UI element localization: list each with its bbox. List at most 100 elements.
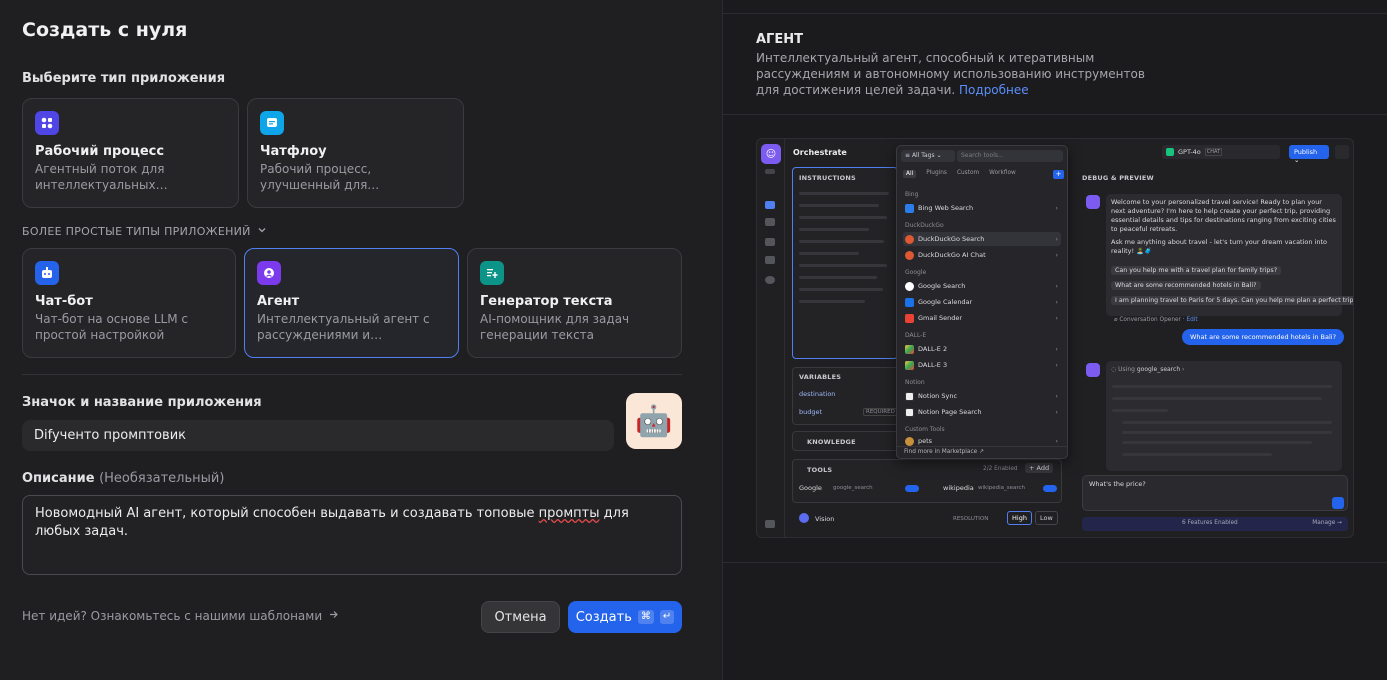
agent-preview-image: ☺ Orchestrate INSTRUCTIONS VARIABLES des… bbox=[756, 138, 1354, 538]
vision-icon bbox=[799, 513, 809, 523]
group-label: Google bbox=[905, 269, 927, 276]
description-misspelled-word: промпты bbox=[538, 506, 600, 521]
tool-row: Notion Page Search › bbox=[903, 405, 1061, 419]
placeholder-line bbox=[799, 276, 877, 279]
toggle-on bbox=[1043, 485, 1057, 492]
chevron-down-icon bbox=[257, 225, 267, 238]
tool-row: pets › bbox=[903, 436, 1061, 446]
group-label: DuckDuckGo bbox=[905, 222, 944, 229]
group-label: Custom Tools bbox=[905, 426, 945, 433]
swap-icon bbox=[765, 169, 775, 174]
vision-label: Vision bbox=[815, 515, 835, 523]
tool-row: DALL-E 3 › bbox=[903, 358, 1061, 372]
type-card-chatbot[interactable]: Чат-бот Чат-бот на основе LLM с простой … bbox=[22, 248, 236, 358]
instructions-label: INSTRUCTIONS bbox=[799, 174, 856, 182]
description-textarea[interactable]: Новомодный AI агент, который способен вы… bbox=[22, 495, 682, 575]
placeholder-line bbox=[799, 228, 869, 231]
search-tools-input: Search tools... bbox=[957, 150, 1063, 162]
divider bbox=[723, 562, 1387, 563]
tool-row: DuckDuckGo AI Chat › bbox=[903, 248, 1061, 262]
add-tool-button: + Add bbox=[1025, 463, 1054, 473]
orchestrate-icon bbox=[765, 201, 775, 209]
chatbot-icon bbox=[35, 261, 59, 285]
type-card-desc: Рабочий процесс, улучшенный для многоход… bbox=[260, 162, 372, 192]
publish-button: Publish ⌄ bbox=[1289, 145, 1329, 164]
type-card-title: Чатфлоу bbox=[260, 144, 327, 159]
templates-link-text: Нет идей? Ознакомьтесь с нашими шаблонам… bbox=[22, 609, 323, 623]
group-label: Notion bbox=[905, 379, 925, 386]
variable-destination: destination bbox=[799, 390, 836, 398]
tool-row: Google Calendar › bbox=[903, 295, 1061, 309]
model-selector: GPT-4o CHAT bbox=[1162, 145, 1280, 159]
tool-row: DuckDuckGo Search › bbox=[903, 232, 1061, 246]
tool-wikipedia-sub: wikipedia_search bbox=[978, 485, 1026, 491]
debug-preview-panel: DEBUG & PREVIEW Welcome to your personal… bbox=[1078, 169, 1353, 537]
collapse-icon bbox=[765, 520, 775, 528]
description-optional: (Необязательный) bbox=[99, 471, 225, 486]
resolution-high: High bbox=[1007, 511, 1032, 525]
divider bbox=[723, 13, 1387, 14]
app-name-input[interactable]: Difyченто промптовик bbox=[22, 420, 614, 451]
arrow-right-icon bbox=[328, 609, 339, 623]
placeholder-line bbox=[799, 204, 879, 207]
orchestrate-title: Orchestrate bbox=[793, 148, 847, 157]
tool-google: Google bbox=[799, 484, 822, 492]
type-card-title: Агент bbox=[257, 294, 300, 309]
group-label: DALL-E bbox=[905, 332, 927, 339]
create-button[interactable]: Создать ⌘ ↵ bbox=[568, 601, 682, 633]
tool-row: DALL-E 2 › bbox=[903, 342, 1061, 356]
preview-desc-text: Интеллектуальный агент, способный к итер… bbox=[756, 51, 1145, 97]
instructions-box: INSTRUCTIONS bbox=[792, 167, 898, 359]
type-card-chatflow[interactable]: Чатфлоу Рабочий процесс, улучшенный для … bbox=[247, 98, 464, 208]
logs-icon bbox=[765, 238, 775, 246]
learn-more-link[interactable]: Подробнее bbox=[959, 83, 1029, 97]
tool-wikipedia: wikipedia bbox=[943, 484, 974, 492]
create-app-dialog: Создать с нуля Выберите тип приложения Р… bbox=[0, 0, 722, 680]
templates-link[interactable]: Нет идей? Ознакомьтесь с нашими шаблонам… bbox=[22, 609, 339, 623]
placeholder-line bbox=[799, 252, 859, 255]
required-badge: REQUIRED bbox=[863, 408, 898, 416]
variable-budget: budget bbox=[799, 408, 823, 416]
tool-row: Google Search › bbox=[903, 279, 1061, 293]
bot-avatar bbox=[1086, 363, 1100, 377]
tools-box: TOOLS 2/2 Enabled + Add Google google_se… bbox=[792, 459, 1062, 503]
workflow-icon bbox=[35, 111, 59, 135]
placeholder-line bbox=[1122, 453, 1272, 456]
divider bbox=[22, 374, 682, 375]
choose-type-label: Выберите тип приложения bbox=[22, 71, 226, 86]
marketplace-link: Find more in Marketplace ↗ bbox=[897, 446, 1067, 458]
type-card-title: Чат-бот bbox=[35, 294, 93, 309]
resolution-low: Low bbox=[1035, 511, 1058, 525]
type-card-agent[interactable]: Агент Интеллектуальный агент с рассужден… bbox=[244, 248, 459, 358]
type-card-text-generator[interactable]: Генератор текста AI-помощник для задач г… bbox=[467, 248, 682, 358]
api-icon bbox=[765, 218, 775, 226]
suggested-question: I am planning travel to Paris for 5 days… bbox=[1111, 296, 1353, 305]
tools-enabled-count: 2/2 Enabled bbox=[983, 466, 1018, 472]
type-card-title: Рабочий процесс bbox=[35, 144, 165, 159]
chat-input: What's the price? bbox=[1082, 475, 1348, 511]
simple-types-toggle[interactable]: БОЛЕЕ ПРОСТЫЕ ТИПЫ ПРИЛОЖЕНИЙ bbox=[22, 225, 267, 238]
debug-preview-label: DEBUG & PREVIEW bbox=[1082, 174, 1154, 182]
description-text: Новомодный AI агент, который способен вы… bbox=[35, 506, 539, 521]
placeholder-line bbox=[799, 264, 887, 267]
cancel-button[interactable]: Отмена bbox=[481, 601, 560, 633]
tool-google-sub: google_search bbox=[833, 485, 873, 491]
app-icon-picker[interactable]: 🤖 bbox=[626, 393, 682, 449]
icon-name-label: Значок и название приложения bbox=[22, 395, 262, 410]
description-label-text: Описание bbox=[22, 471, 95, 486]
type-card-title: Генератор текста bbox=[480, 294, 613, 309]
suggested-question: What are some recommended hotels in Bali… bbox=[1111, 281, 1261, 290]
all-tags-select: ≡ All Tags ⌄ bbox=[901, 150, 955, 162]
type-card-workflow[interactable]: Рабочий процесс Агентный поток для интел… bbox=[22, 98, 239, 208]
placeholder-line bbox=[1122, 441, 1312, 444]
placeholder-line bbox=[799, 216, 887, 219]
tools-label: TOOLS bbox=[807, 466, 833, 474]
features-bar: 6 Features Enabled Manage → bbox=[1082, 517, 1348, 531]
knowledge-label: KNOWLEDGE bbox=[807, 438, 856, 446]
placeholder-line bbox=[799, 192, 889, 195]
history-icon bbox=[1335, 145, 1349, 159]
group-label: Bing bbox=[905, 191, 919, 198]
enter-key-icon: ↵ bbox=[659, 610, 675, 624]
type-card-desc: Чат-бот на основе LLM с простой настройк… bbox=[35, 312, 188, 342]
openai-icon bbox=[1166, 148, 1174, 156]
